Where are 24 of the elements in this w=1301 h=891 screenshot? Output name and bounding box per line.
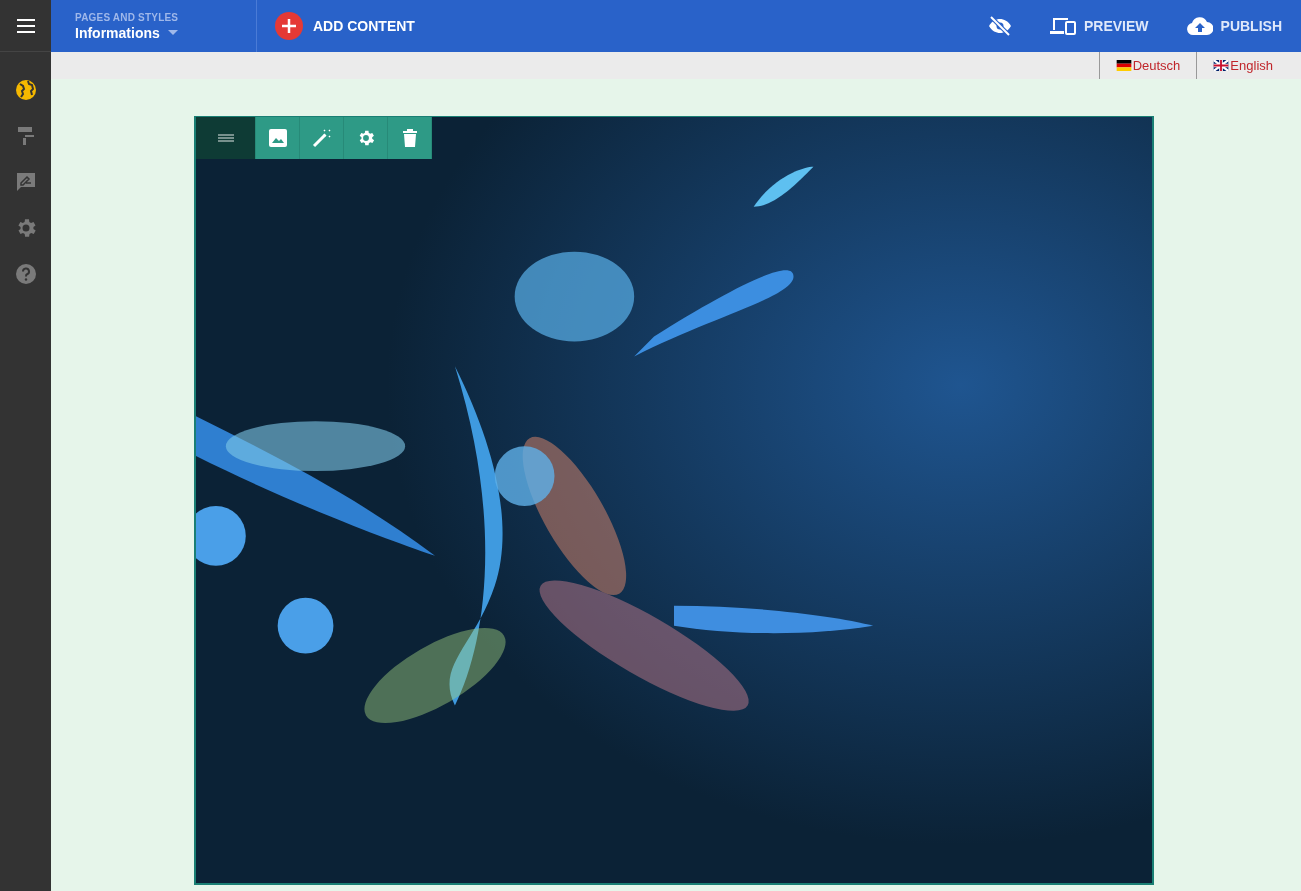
add-content-button[interactable]: ADD CONTENT xyxy=(257,0,415,52)
publish-button[interactable]: PUBLISH xyxy=(1167,0,1301,52)
delete-button[interactable] xyxy=(388,117,432,159)
eye-off-icon xyxy=(987,14,1012,38)
trash-icon xyxy=(402,129,417,147)
magic-button[interactable] xyxy=(300,117,344,159)
drag-handle-icon xyxy=(217,134,234,142)
preview-button[interactable]: PREVIEW xyxy=(1030,0,1168,52)
globe-button[interactable] xyxy=(13,78,38,102)
caret-icon xyxy=(167,30,178,35)
magic-wand-icon xyxy=(311,128,332,148)
flag-icon xyxy=(1213,60,1230,71)
flag-icon xyxy=(1115,60,1132,71)
help-icon xyxy=(13,262,38,286)
menu-icon xyxy=(16,18,35,33)
drag-button[interactable] xyxy=(196,117,256,159)
plus-icon xyxy=(275,12,303,40)
help-button[interactable] xyxy=(13,262,38,286)
devices-icon xyxy=(1049,16,1076,36)
cloud-upload-icon xyxy=(1186,16,1213,36)
globe-icon xyxy=(13,78,38,102)
image-button[interactable] xyxy=(256,117,300,159)
settings-button[interactable] xyxy=(344,117,388,159)
image-icon xyxy=(268,129,287,147)
